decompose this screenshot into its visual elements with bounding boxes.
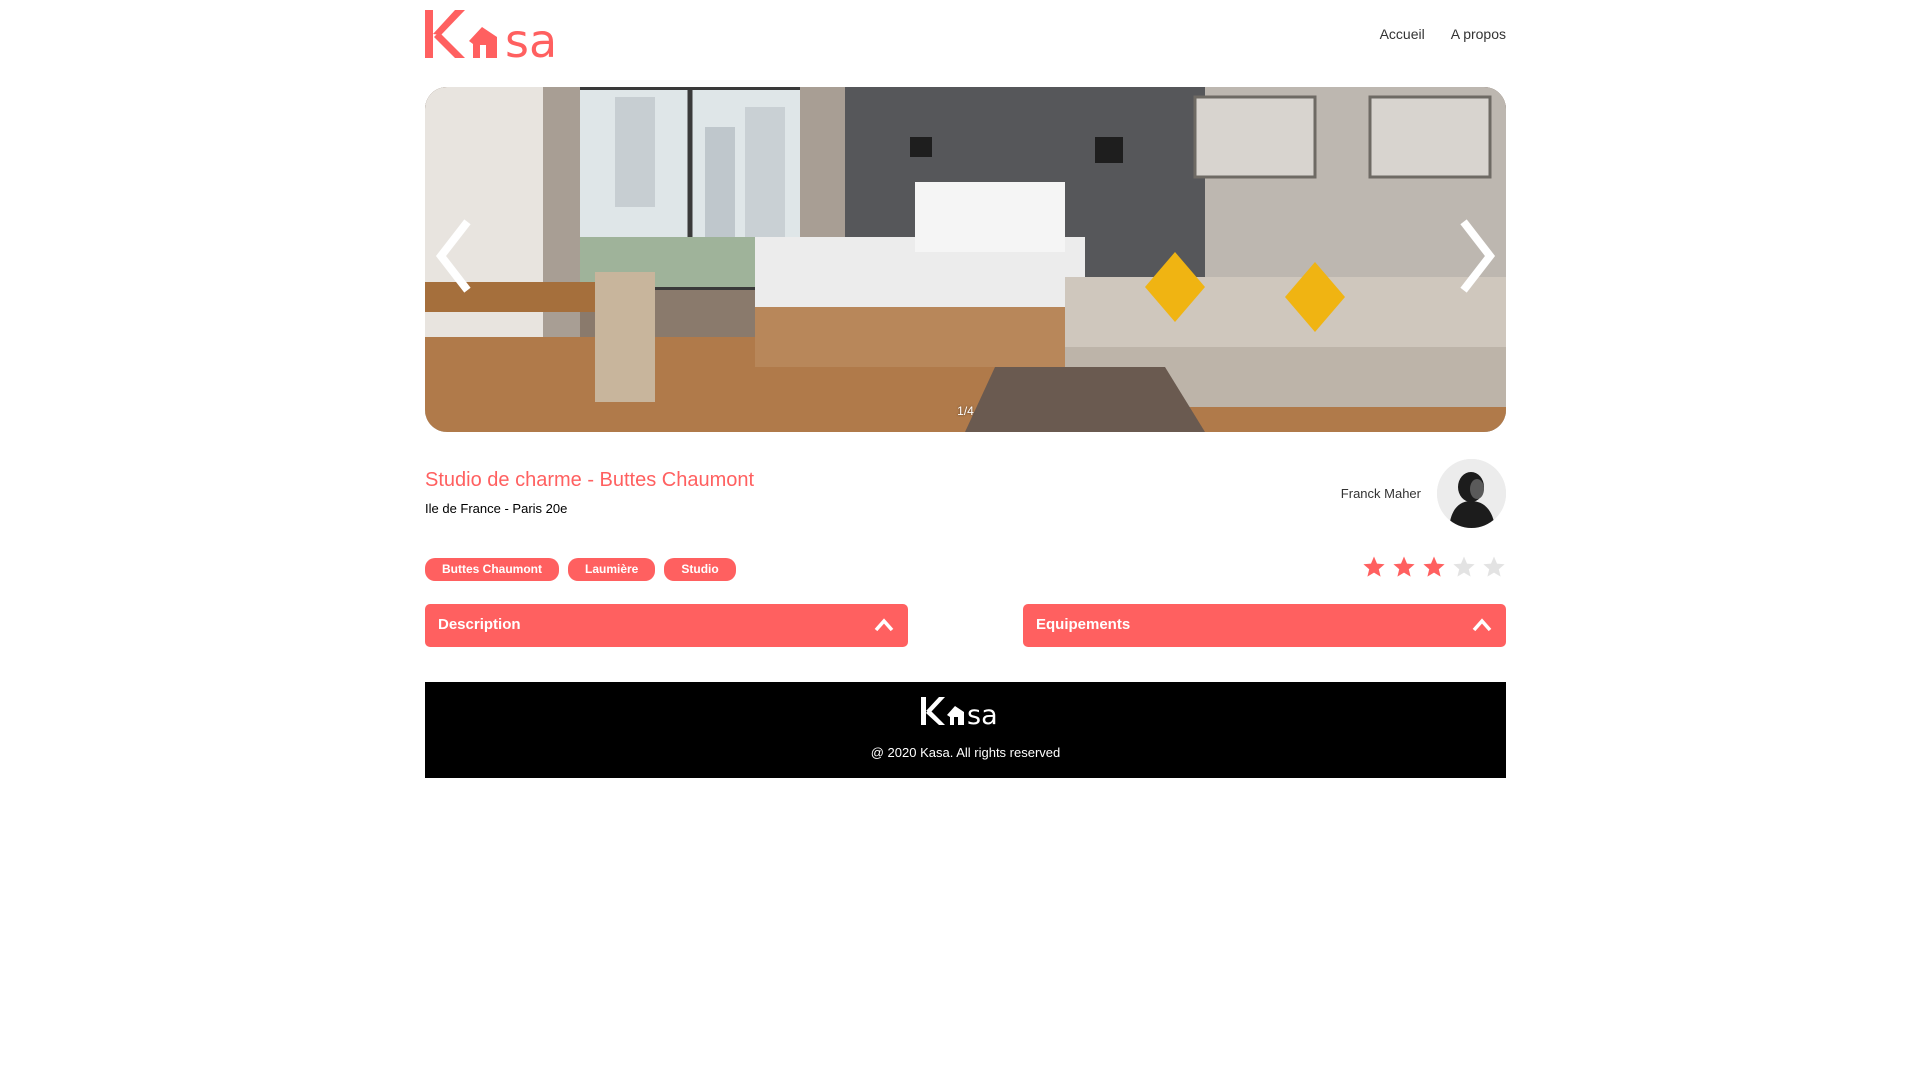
svg-text:sa: sa [967,700,998,730]
host-name: Franck Maher [1340,486,1421,501]
page: sa Accueil A propos 1/4 Studio de charme… [0,0,1920,1080]
carousel-counter: 1/4 [957,404,974,418]
main-nav: Accueil A propos [1380,26,1506,42]
chevron-left-icon[interactable] [429,217,477,295]
listing-info: Studio de charme - Buttes Chaumont Ile d… [425,455,1506,585]
host: Franck Maher [1341,459,1506,528]
chevron-up-icon [874,618,894,632]
tag: Laumière [568,558,656,581]
tag: Buttes Chaumont [425,558,559,581]
equipments-collapse[interactable]: Equipements [1023,604,1506,647]
kasa-logo[interactable]: sa [425,4,580,66]
host-avatar [1437,459,1506,528]
description-collapse[interactable]: Description [425,604,908,647]
footer-copyright: @ 2020 Kasa. All rights reserved [870,745,1061,760]
svg-text:sa: sa [505,14,557,63]
star-icon [1363,556,1385,577]
nav-link-a-propos[interactable]: A propos [1451,26,1506,42]
chevron-right-icon[interactable] [1454,217,1502,295]
star-icon [1483,556,1505,577]
star-icon [1393,556,1415,577]
footer-logo: sa [425,694,1506,730]
chevron-up-icon [1472,618,1492,632]
header: sa Accueil A propos [425,0,1506,82]
collapse-label: Equipements [1036,616,1131,633]
collapse-group: Description Equipements [425,604,1506,648]
image-carousel: 1/4 [425,87,1506,432]
tag: Studio [664,558,736,581]
rating-stars [1362,555,1506,579]
star-icon [1453,556,1475,577]
listing-location: Ile de France - Paris 20e [425,501,568,516]
star-icon [1423,556,1445,577]
nav-link-accueil[interactable]: Accueil [1380,26,1425,42]
footer: sa @ 2020 Kasa. All rights reserved [425,682,1506,778]
listing-title: Studio de charme - Buttes Chaumont [425,469,755,491]
tag-list: Buttes Chaumont Laumière Studio [425,558,736,581]
collapse-label: Description [438,616,521,633]
listing-photo [425,87,1506,432]
